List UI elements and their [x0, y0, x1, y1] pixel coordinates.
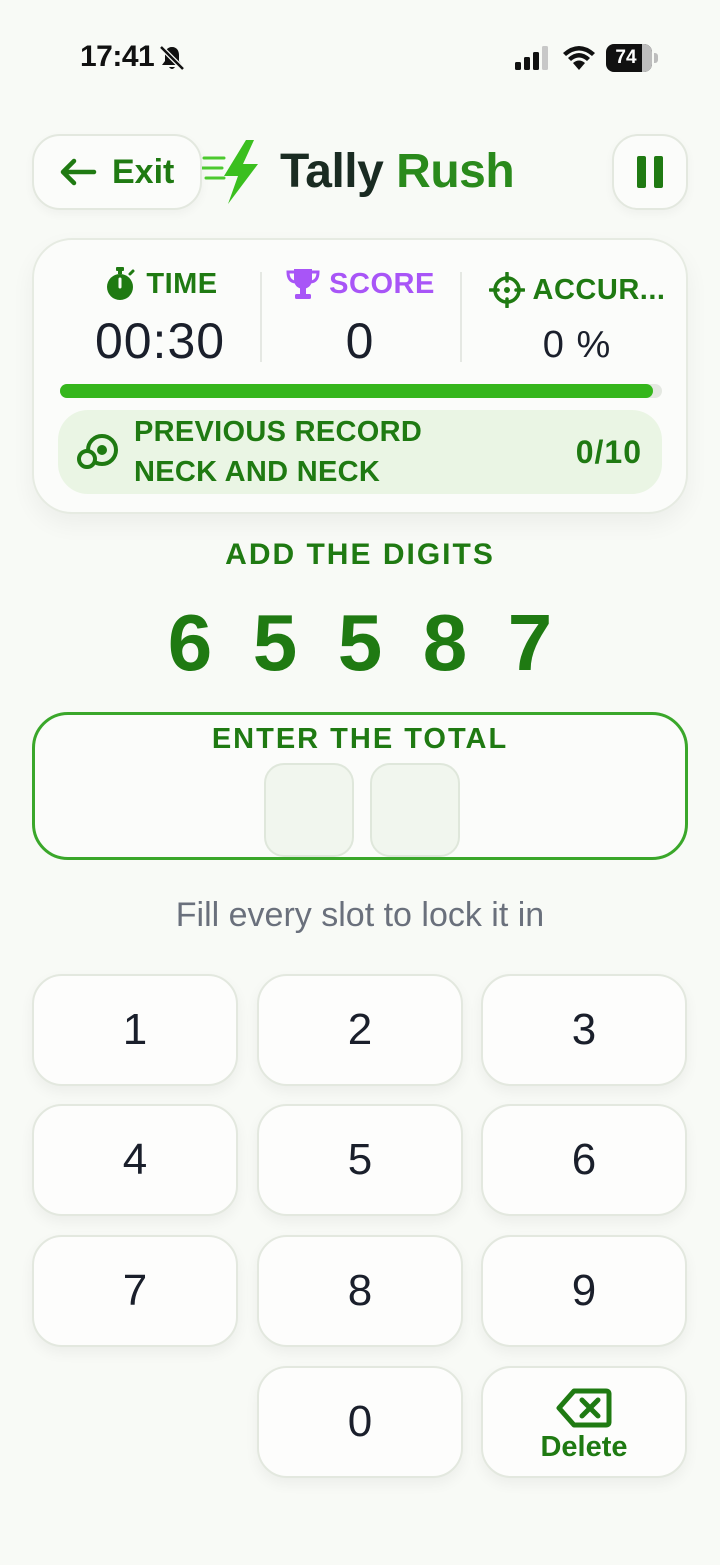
- key-7[interactable]: 7: [32, 1235, 238, 1347]
- key-0[interactable]: 0: [257, 1366, 463, 1478]
- app-title-part2: Rush: [396, 145, 515, 198]
- time-value: 00:30: [94, 313, 226, 369]
- digit: 7: [507, 598, 553, 687]
- answer-box[interactable]: ENTER THE TOTAL: [32, 712, 688, 860]
- trophy-icon: [286, 269, 320, 299]
- key-4[interactable]: 4: [32, 1104, 238, 1216]
- progress-fill: [60, 384, 653, 398]
- battery-icon: 74: [606, 44, 658, 72]
- previous-record-banner: PREVIOUS RECORD NECK AND NECK 0/10: [58, 410, 662, 494]
- digit: 8: [422, 598, 468, 687]
- answer-slot-1[interactable]: [264, 763, 354, 857]
- key-9[interactable]: 9: [481, 1235, 687, 1347]
- bell-slash-icon: [159, 45, 185, 71]
- exit-label: Exit: [112, 152, 175, 191]
- stopwatch-icon: [107, 267, 135, 300]
- digit: 5: [337, 598, 383, 687]
- delete-button[interactable]: Delete: [481, 1366, 687, 1478]
- hint-text: Fill every slot to lock it in: [175, 896, 545, 934]
- app-title-part1: Tally: [280, 145, 384, 198]
- score-value: 0: [345, 313, 375, 369]
- crosshair-icon: [488, 272, 525, 308]
- digit: 5: [252, 598, 298, 687]
- lightning-bolt-icon: [202, 140, 258, 204]
- accuracy-label: ACCUR...: [532, 273, 666, 306]
- battery-level: 74: [615, 47, 637, 68]
- key-1[interactable]: 1: [32, 974, 238, 1086]
- score-label: SCORE: [329, 267, 435, 300]
- delete-label: Delete: [540, 1430, 628, 1463]
- stat-time: TIME 00:30: [60, 264, 260, 370]
- key-2[interactable]: 2: [257, 974, 463, 1086]
- prompt-label: ADD THE DIGITS: [225, 538, 495, 571]
- app-title: Tally Rush: [280, 144, 515, 199]
- status-time: 17:41: [80, 40, 155, 73]
- status-bar: 17:41 74: [0, 0, 720, 110]
- stat-accuracy: ACCUR... 0 %: [462, 270, 692, 367]
- pause-icon: [637, 156, 646, 188]
- time-progress-bar: [60, 384, 662, 398]
- arrow-left-icon: [60, 158, 97, 186]
- stat-score: SCORE 0: [260, 264, 460, 370]
- key-5[interactable]: 5: [257, 1104, 463, 1216]
- record-subtitle: NECK AND NECK: [134, 456, 381, 488]
- key-3[interactable]: 3: [481, 974, 687, 1086]
- answer-label: ENTER THE TOTAL: [211, 723, 509, 755]
- digits-display: 6 5 5 8 7: [160, 598, 560, 688]
- key-8[interactable]: 8: [257, 1235, 463, 1347]
- signal-icon: [515, 46, 548, 70]
- backspace-icon: [556, 1388, 612, 1427]
- wifi-icon: [563, 46, 595, 70]
- stats-card: TIME 00:30 SCORE 0 ACCUR... 0 % PREVIOUS…: [32, 238, 688, 514]
- record-score: 0/10: [575, 434, 642, 470]
- exit-button[interactable]: Exit: [32, 134, 202, 210]
- digit: 6: [167, 598, 213, 687]
- answer-slot-2[interactable]: [370, 763, 460, 857]
- record-icon: [77, 434, 118, 469]
- time-label: TIME: [146, 267, 218, 300]
- pause-button[interactable]: [612, 134, 688, 210]
- key-6[interactable]: 6: [481, 1104, 687, 1216]
- record-title: PREVIOUS RECORD: [134, 416, 423, 448]
- accuracy-value: 0 %: [542, 324, 612, 366]
